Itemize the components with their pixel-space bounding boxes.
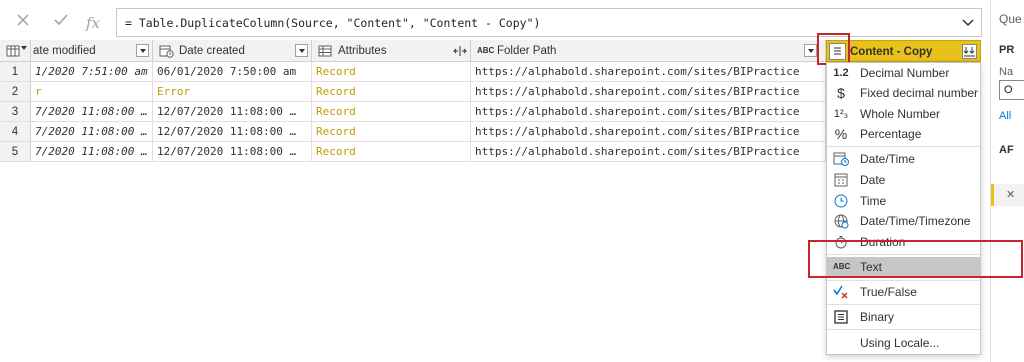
applied-steps-heading: AF <box>999 144 1014 156</box>
menu-item-label: Date <box>860 173 886 187</box>
fx-icon[interactable]: fx <box>82 12 104 34</box>
close-icon[interactable]: ✕ <box>1006 188 1015 201</box>
table-cell[interactable]: https://alphabold.sharepoint.com/sites/B… <box>471 102 826 122</box>
menu-item-label: Date/Time/Timezone <box>860 214 971 228</box>
menu-divider <box>827 304 980 305</box>
row-number[interactable]: 3 <box>0 102 31 122</box>
table-cell[interactable]: Record <box>312 82 471 102</box>
check-icon[interactable] <box>50 12 72 34</box>
calendar-icon <box>833 172 849 188</box>
binary-icon <box>833 309 849 325</box>
menu-item-true-false[interactable]: True/False <box>827 282 980 302</box>
formula-input[interactable]: = Table.DuplicateColumn(Source, "Content… <box>116 8 982 37</box>
menu-item-fixed-decimal[interactable]: $ Fixed decimal number <box>827 83 980 103</box>
data-type-menu: 1.2 Decimal Number $ Fixed decimal numbe… <box>826 62 981 355</box>
row-number[interactable]: 1 <box>0 62 31 82</box>
table-cell[interactable]: Error <box>153 82 312 102</box>
row-number[interactable]: 2 <box>0 82 31 102</box>
menu-item-date[interactable]: Date <box>827 170 980 190</box>
table-cell[interactable]: 7/2020 11:08:00 … <box>31 122 153 142</box>
highlight-box <box>808 240 1023 278</box>
expand-icon[interactable] <box>962 44 977 59</box>
all-properties-link[interactable]: All <box>999 110 1011 122</box>
table-cell[interactable]: Record <box>312 142 471 162</box>
formula-text: = Table.DuplicateColumn(Source, "Content… <box>125 16 541 30</box>
table-cell[interactable]: Record <box>312 62 471 82</box>
name-input[interactable]: O <box>999 80 1024 100</box>
menu-item-label: Using Locale... <box>860 336 940 350</box>
properties-heading: PR <box>999 44 1015 56</box>
table-cell[interactable]: 1/2020 7:51:00 am <box>31 62 153 82</box>
whole-number-icon: 1²₃ <box>833 108 849 120</box>
row-number[interactable]: 5 <box>0 142 31 162</box>
menu-item-label: Whole Number <box>860 107 941 121</box>
table-icon <box>318 44 332 58</box>
menu-item-label: Binary <box>860 310 895 324</box>
column-label: Date created <box>179 45 245 57</box>
chevron-down-icon <box>21 46 27 50</box>
menu-item-date-time-timezone[interactable]: Date/Time/Timezone <box>827 211 980 231</box>
text-type-icon: ABC <box>477 46 495 55</box>
table-cell[interactable]: https://alphabold.sharepoint.com/sites/B… <box>471 122 826 142</box>
menu-item-decimal-number[interactable]: 1.2 Decimal Number <box>827 63 980 83</box>
table-cell[interactable]: 12/07/2020 11:08:00 … <box>153 102 312 122</box>
dollar-icon: $ <box>837 85 845 101</box>
expand-columns-icon[interactable] <box>453 44 467 58</box>
row-number[interactable]: 4 <box>0 122 31 142</box>
decimal-icon: 1.2 <box>833 67 849 79</box>
menu-divider <box>827 280 980 281</box>
table-cell[interactable]: https://alphabold.sharepoint.com/sites/B… <box>471 82 826 102</box>
column-header-folder-path[interactable]: ABC Folder Path <box>471 40 826 62</box>
menu-item-label: Decimal Number <box>860 66 950 80</box>
query-settings-pane: Que PR Na O All AF ✕ <box>990 0 1024 362</box>
filter-dropdown-button[interactable] <box>804 44 817 57</box>
menu-item-label: Date/Time <box>860 152 915 166</box>
table-cell[interactable]: https://alphabold.sharepoint.com/sites/B… <box>471 142 826 162</box>
table-cell[interactable]: 7/2020 11:08:00 … <box>31 142 153 162</box>
table-cell[interactable]: https://alphabold.sharepoint.com/sites/B… <box>471 62 826 82</box>
column-label: ate modified <box>33 45 96 57</box>
menu-item-whole-number[interactable]: 1²₃ Whole Number <box>827 104 980 124</box>
clock-icon <box>833 193 849 209</box>
check-x-icon <box>833 284 849 300</box>
chevron-down-icon[interactable] <box>961 14 975 30</box>
menu-item-percentage[interactable]: % Percentage <box>827 124 980 144</box>
close-icon[interactable] <box>12 12 34 34</box>
filter-dropdown-button[interactable] <box>136 44 149 57</box>
table-cell[interactable]: Record <box>312 102 471 122</box>
name-label: Na <box>999 66 1014 78</box>
menu-item-label: Percentage <box>860 127 922 141</box>
table-corner-button[interactable] <box>0 40 31 62</box>
pane-title: Que <box>999 12 1022 26</box>
column-label: Folder Path <box>497 45 557 57</box>
column-label: Attributes <box>338 45 387 57</box>
menu-divider <box>827 329 980 330</box>
table-cell[interactable]: 7/2020 11:08:00 … <box>31 102 153 122</box>
menu-item-label: Time <box>860 194 887 208</box>
column-header-date-modified[interactable]: ate modified <box>31 40 153 62</box>
menu-item-label: True/False <box>860 285 917 299</box>
column-header-date-created[interactable]: Date created <box>153 40 312 62</box>
applied-step-selected[interactable]: ✕ <box>991 184 1024 206</box>
percent-icon: % <box>834 126 848 142</box>
menu-item-binary[interactable]: Binary <box>827 307 980 327</box>
table-cell[interactable]: 06/01/2020 7:50:00 am <box>153 62 312 82</box>
menu-item-date-time[interactable]: Date/Time <box>827 149 980 169</box>
table-cell[interactable]: 12/07/2020 11:08:00 … <box>153 142 312 162</box>
calendar-clock-icon <box>833 151 849 167</box>
menu-item-using-locale[interactable]: Using Locale... <box>827 333 980 353</box>
menu-item-time[interactable]: Time <box>827 191 980 211</box>
table-cell[interactable]: r <box>31 82 153 102</box>
filter-dropdown-button[interactable] <box>295 44 308 57</box>
menu-divider <box>827 146 980 147</box>
column-label: Content - Copy <box>850 46 933 58</box>
table-cell[interactable]: Record <box>312 122 471 142</box>
highlight-box <box>817 33 850 65</box>
table-icon <box>6 44 20 58</box>
column-header-attributes[interactable]: Attributes <box>312 40 471 62</box>
calendar-clock-icon <box>159 44 174 58</box>
globe-icon <box>833 213 849 229</box>
menu-item-label: Fixed decimal number <box>860 86 979 100</box>
table-cell[interactable]: 12/07/2020 11:08:00 … <box>153 122 312 142</box>
